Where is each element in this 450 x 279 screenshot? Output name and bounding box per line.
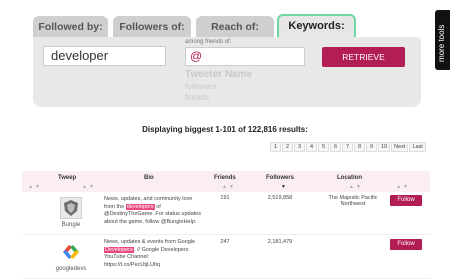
table-row: Bungie News, updates, and community love…: [22, 193, 430, 235]
tweep-bio: News, updates, and community love from t…: [104, 196, 204, 226]
tweep-location: The Majestic Pacific Northwest: [328, 195, 378, 207]
tweeter-name-input[interactable]: @: [185, 47, 305, 66]
page-link[interactable]: 1: [270, 142, 281, 152]
tweep-handle[interactable]: googledevs: [44, 266, 98, 272]
results-table-header: Tweep ▲▼ ▲▼ Bio Friends ▲▼ Followers ▼ L…: [22, 171, 430, 192]
followers-hint[interactable]: followers: [185, 82, 217, 91]
among-friends-label: among friends of:: [185, 39, 232, 45]
page-link[interactable]: 3: [294, 142, 305, 152]
page-link[interactable]: 8: [354, 142, 365, 152]
sort-arrows-icon[interactable]: ▲▼: [349, 184, 363, 190]
page-link[interactable]: 7: [342, 142, 353, 152]
column-header-tweep[interactable]: Tweep: [58, 175, 76, 181]
sort-arrows-icon[interactable]: ▲▼: [82, 184, 96, 190]
followers-count: 2,181,479: [267, 239, 293, 245]
tweep-bio: News, updates & events from Google Devel…: [104, 239, 204, 269]
more-tools-label: more tools: [437, 24, 446, 62]
tab-reach-of[interactable]: Reach of:: [196, 16, 274, 38]
sort-arrows-icon[interactable]: ▲▼: [28, 184, 42, 190]
column-header-bio[interactable]: Bio: [144, 175, 154, 181]
friends-count: 191: [220, 195, 230, 201]
tab-keywords[interactable]: Keywords:: [277, 14, 356, 38]
friends-hint[interactable]: friends: [185, 93, 209, 102]
sort-desc-icon[interactable]: ▼: [281, 184, 288, 190]
table-row: googledevs News, updates & events from G…: [22, 236, 430, 279]
bio-text: News, updates & events from Google: [104, 239, 196, 245]
page-link[interactable]: 5: [318, 142, 329, 152]
bungie-logo-icon[interactable]: [59, 196, 83, 220]
column-header-followers[interactable]: Followers: [266, 175, 294, 181]
page-next[interactable]: Next: [391, 142, 409, 152]
page-link[interactable]: 10: [378, 142, 391, 152]
results-summary: Displaying biggest 1-101 of 122,816 resu…: [142, 125, 308, 134]
column-header-location[interactable]: Location: [337, 175, 362, 181]
column-header-friends[interactable]: Friends: [214, 175, 236, 181]
page-last[interactable]: Last: [409, 142, 426, 152]
keyword-highlight: Developers: [104, 246, 134, 253]
retrieve-button[interactable]: RETRIEVE: [322, 47, 405, 67]
friends-count: 247: [220, 239, 230, 245]
tweeter-name-hint: Tweeter Name: [185, 69, 253, 80]
google-developers-logo-icon[interactable]: [60, 241, 82, 263]
tab-followed-by[interactable]: Followed by:: [33, 16, 108, 38]
keyword-input[interactable]: developer: [43, 46, 166, 66]
pagination: 1 2 3 4 5 6 7 8 9 10 Next Last: [270, 142, 426, 152]
follow-button[interactable]: Follow: [390, 195, 422, 206]
page-link[interactable]: 9: [366, 142, 377, 152]
tweep-handle[interactable]: Bungie: [44, 222, 98, 228]
page-link[interactable]: 4: [306, 142, 317, 152]
page-link[interactable]: 6: [330, 142, 341, 152]
followers-count: 2,519,858: [267, 195, 293, 201]
sort-arrows-icon[interactable]: ▲▼: [222, 184, 236, 190]
keyword-highlight: developers: [125, 203, 155, 210]
more-tools-tab[interactable]: more tools: [435, 10, 450, 70]
follow-button[interactable]: Follow: [390, 239, 422, 250]
search-tabs: Followed by: Followers of: Reach of: Key…: [0, 0, 450, 40]
tab-followers-of[interactable]: Followers of:: [113, 16, 191, 38]
search-panel: developer among friends of: @ Tweeter Na…: [33, 37, 421, 107]
page-link[interactable]: 2: [282, 142, 293, 152]
sort-arrows-icon[interactable]: ▲▼: [396, 184, 410, 190]
